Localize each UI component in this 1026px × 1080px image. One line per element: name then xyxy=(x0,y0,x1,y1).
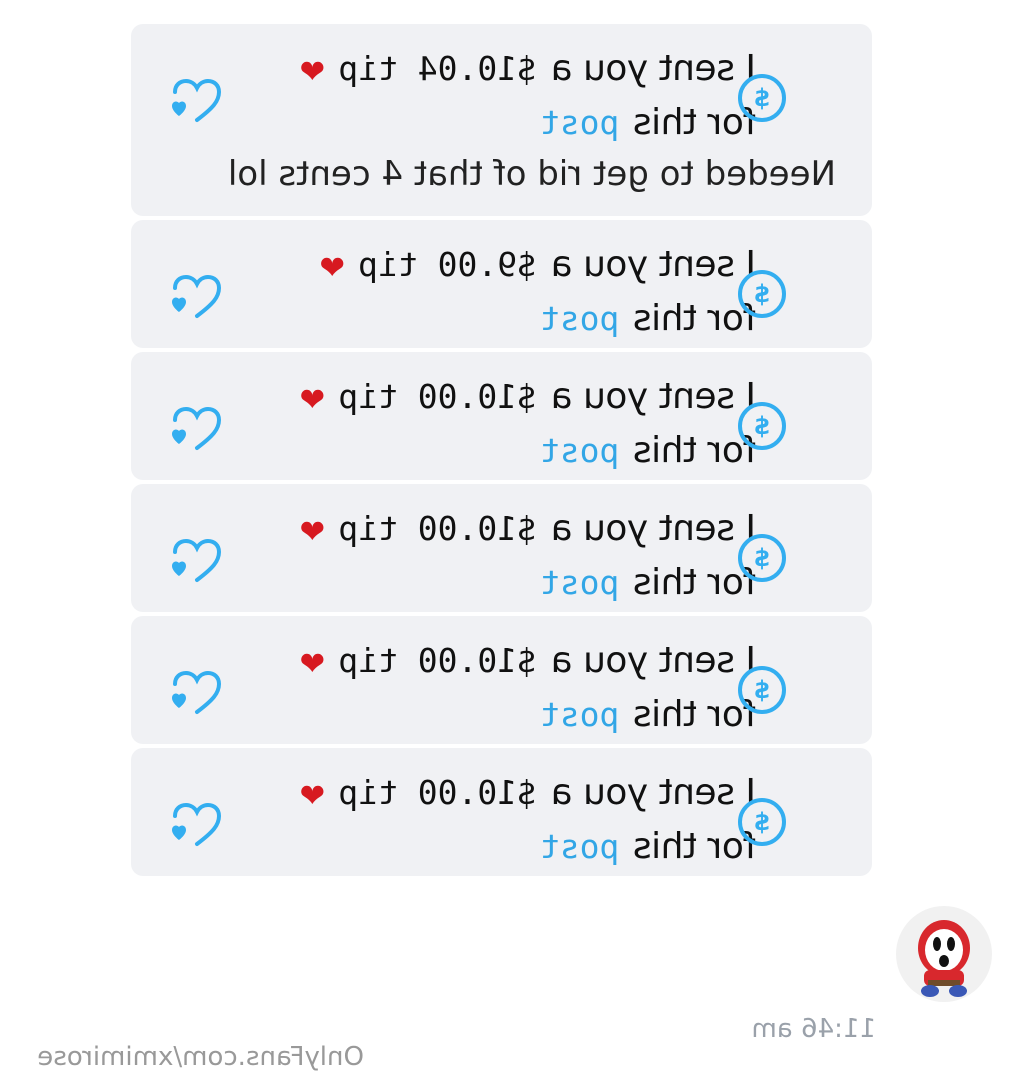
tip-text: I sent you a $10.00 tip ❤ for this post xyxy=(300,766,756,874)
tip-for-this: for this xyxy=(633,562,756,603)
tip-for-this: for this xyxy=(633,826,756,867)
tip-text: I sent you a $10.00 tip ❤ for this post xyxy=(300,370,756,478)
tip-prefix: I sent you a xyxy=(551,508,756,549)
tip-text: I sent you a $10.00 tip ❤ for this post xyxy=(300,502,756,610)
tip-prefix: I sent you a xyxy=(551,244,756,285)
dollar-circle-icon: $ xyxy=(738,74,786,122)
heart-like-icon[interactable] xyxy=(167,76,223,126)
heart-like-icon[interactable] xyxy=(167,272,223,322)
post-link[interactable]: post xyxy=(540,820,619,874)
tip-message-bubble: $ I sent you a $10.00 tip ❤ for this post xyxy=(131,616,872,744)
heart-like-icon[interactable] xyxy=(167,668,223,718)
tip-message-bubble: $ I sent you a $10.00 tip ❤ for this post xyxy=(131,484,872,612)
tip-amount: $10.00 tip xyxy=(338,509,537,548)
dollar-circle-icon: $ xyxy=(738,270,786,318)
post-link[interactable]: post xyxy=(540,424,619,478)
message-text: Needed to get rid of that 4 cents lol xyxy=(227,154,836,194)
shy-guy-avatar-icon xyxy=(918,920,970,997)
heart-emoji-icon: ❤ xyxy=(300,770,325,816)
dollar-circle-icon: $ xyxy=(738,534,786,582)
dollar-circle-icon: $ xyxy=(738,666,786,714)
heart-like-icon[interactable] xyxy=(167,536,223,586)
post-link[interactable]: post xyxy=(540,556,619,610)
tip-prefix: I sent you a xyxy=(551,48,756,89)
avatar[interactable] xyxy=(896,906,992,1002)
post-link[interactable]: post xyxy=(540,96,619,150)
tip-message-bubble: $ I sent you a $10.04 tip ❤ for this pos… xyxy=(131,24,872,216)
mirrored-chat-screenshot: $ I sent you a $10.04 tip ❤ for this pos… xyxy=(0,0,1026,1080)
watermark: OnlyFans.com/xmimirose xyxy=(37,1042,364,1072)
tip-amount: $10.00 tip xyxy=(338,377,537,416)
tip-for-this: for this xyxy=(633,694,756,735)
post-link[interactable]: post xyxy=(540,688,619,742)
chat-thread: $ I sent you a $10.04 tip ❤ for this pos… xyxy=(131,24,872,880)
tip-message-bubble: $ I sent you a $9.00 tip ❤ for this post xyxy=(131,220,872,348)
heart-emoji-icon: ❤ xyxy=(320,242,345,288)
dollar-circle-icon: $ xyxy=(738,798,786,846)
heart-emoji-icon: ❤ xyxy=(300,638,325,684)
tip-text: I sent you a $10.04 tip ❤ for this post xyxy=(300,42,756,150)
tip-amount: $9.00 tip xyxy=(358,245,537,284)
tip-amount: $10.04 tip xyxy=(338,49,537,88)
heart-like-icon[interactable] xyxy=(167,800,223,850)
tip-prefix: I sent you a xyxy=(551,772,756,813)
tip-text: I sent you a $9.00 tip ❤ for this post xyxy=(320,238,756,346)
tip-prefix: I sent you a xyxy=(551,376,756,417)
heart-like-icon[interactable] xyxy=(167,404,223,454)
tip-for-this: for this xyxy=(633,102,756,143)
tip-for-this: for this xyxy=(633,430,756,471)
message-timestamp: 11:46 am xyxy=(751,1014,876,1044)
heart-emoji-icon: ❤ xyxy=(300,46,325,92)
tip-message-bubble: $ I sent you a $10.00 tip ❤ for this post xyxy=(131,352,872,480)
tip-text: I sent you a $10.00 tip ❤ for this post xyxy=(300,634,756,742)
heart-emoji-icon: ❤ xyxy=(300,506,325,552)
tip-prefix: I sent you a xyxy=(551,640,756,681)
tip-amount: $10.00 tip xyxy=(338,773,537,812)
dollar-circle-icon: $ xyxy=(738,402,786,450)
tip-amount: $10.00 tip xyxy=(338,641,537,680)
tip-for-this: for this xyxy=(633,298,756,339)
post-link[interactable]: post xyxy=(540,292,619,346)
tip-message-bubble: $ I sent you a $10.00 tip ❤ for this post xyxy=(131,748,872,876)
heart-emoji-icon: ❤ xyxy=(300,374,325,420)
